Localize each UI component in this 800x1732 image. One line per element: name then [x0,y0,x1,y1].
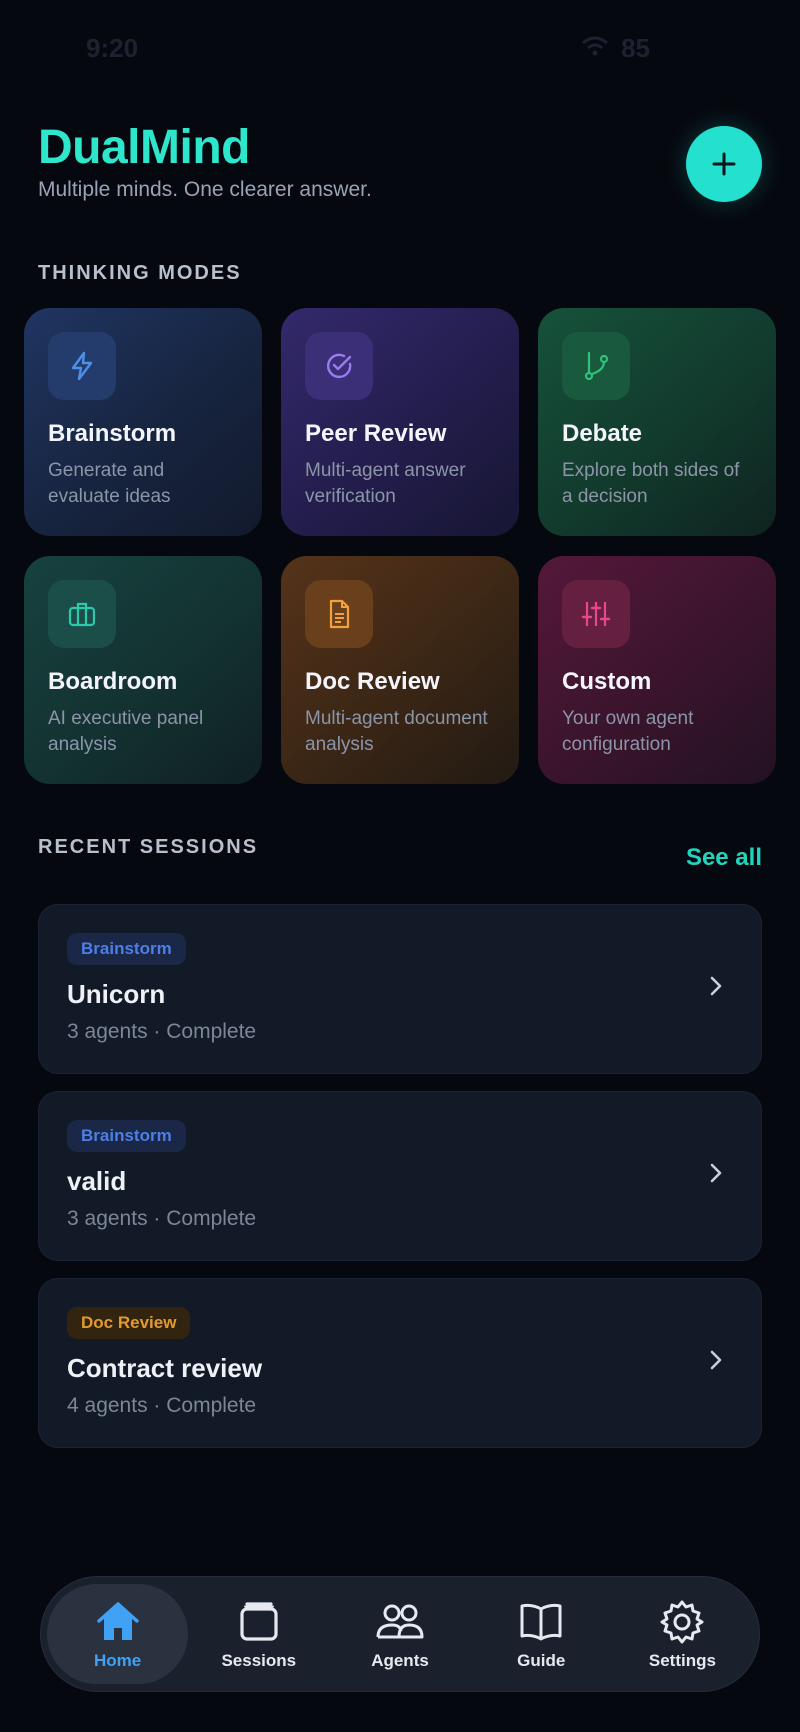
session-title: valid [67,1166,127,1196]
home-icon [96,1602,139,1640]
mode-description: Multi-agent document analysis [305,708,488,755]
plus-icon [712,152,736,176]
status-time: 9:20 [86,32,139,63]
session-meta: 4 agents · Complete [67,1394,257,1417]
check-circle-icon [327,353,352,379]
mode-badge: Doc Review [67,1307,191,1339]
chevron-right-icon [710,1350,722,1370]
tab-label: Settings [648,1651,716,1670]
mode-name: Custom [562,668,652,695]
mode-icon-container [562,332,630,400]
tab-label: Home [93,1651,142,1670]
briefcase-icon [68,602,96,627]
tab-settings[interactable]: Settings [612,1584,753,1684]
status-icons: 85 [581,33,650,64]
mode-icon-container [305,580,373,648]
mode-icon-container [48,332,116,400]
mode-card-brainstorm[interactable]: Brainstorm Generate and evaluate ideas [24,308,262,536]
tab-label: Sessions [221,1651,297,1670]
header: DualMind Multiple minds. One clearer ans… [38,120,762,220]
archive-icon [240,1602,278,1641]
tab-sessions[interactable]: Sessions [188,1584,329,1684]
mode-icon-container [48,580,116,648]
bottom-tab-bar: Home Sessions Agents Guide Settings [40,1576,760,1692]
mode-card-boardroom[interactable]: Boardroom AI executive panel analysis [24,556,262,784]
battery-level: 85 [621,32,650,63]
mode-card-debate[interactable]: Debate Explore both sides of a decision [538,308,776,536]
recent-sessions-list: Brainstorm Unicorn 3 agents · Complete B… [38,904,762,1465]
mode-card-custom[interactable]: Custom Your own agent configuration [538,556,776,784]
gear-icon [660,1600,704,1644]
document-icon [329,599,350,629]
session-card[interactable]: Brainstorm Unicorn 3 agents · Complete [38,904,762,1074]
tab-guide[interactable]: Guide [471,1584,612,1684]
tab-home[interactable]: Home [47,1584,189,1684]
mode-name: Debate [562,420,643,447]
mode-description: Explore both sides of a decision [562,460,740,507]
mode-description: Multi-agent answer verification [305,460,466,507]
thinking-modes-heading: THINKING MODES [38,262,242,284]
thinking-modes-grid: Brainstorm Generate and evaluate ideas P… [24,308,776,784]
recent-sessions-heading: RECENT SESSIONS [38,836,259,858]
mode-name: Peer Review [305,420,447,447]
mode-description: Generate and evaluate ideas [48,460,171,507]
chevron-right-icon [710,976,722,996]
session-card[interactable]: Doc Review Contract review 4 agents · Co… [38,1278,762,1448]
mode-card-doc-review[interactable]: Doc Review Multi-agent document analysis [281,556,519,784]
app-title: DualMind [38,121,250,174]
sliders-icon [581,602,611,626]
mode-card-peer-review[interactable]: Peer Review Multi-agent answer verificat… [281,308,519,536]
mode-name: Doc Review [305,668,440,695]
status-bar: 9:20 85 [0,28,800,68]
mode-icon-container [305,332,373,400]
session-title: Contract review [67,1353,263,1383]
app-tagline: Multiple minds. One clearer answer. [38,178,372,201]
mode-name: Brainstorm [48,420,177,447]
tab-label: Guide [517,1651,566,1670]
lightning-icon [71,351,93,381]
session-meta: 3 agents · Complete [67,1020,257,1043]
mode-badge: Brainstorm [67,933,186,965]
wifi-icon [581,33,609,64]
mode-badge: Brainstorm [67,1120,186,1152]
book-icon [520,1603,562,1641]
mode-description: AI executive panel analysis [48,708,204,755]
mode-description: Your own agent configuration [562,708,694,755]
session-title: Unicorn [67,979,166,1009]
tab-agents[interactable]: Agents [329,1584,470,1684]
tab-label: Agents [371,1651,429,1670]
mode-name: Boardroom [48,668,178,695]
new-session-button[interactable] [686,126,762,202]
session-meta: 3 agents · Complete [67,1207,257,1230]
git-branch-icon [584,351,609,381]
see-all-link[interactable]: See all [686,844,762,872]
session-card[interactable]: Brainstorm valid 3 agents · Complete [38,1091,762,1261]
chevron-right-icon [710,1163,722,1183]
users-icon [376,1604,424,1639]
mode-icon-container [562,580,630,648]
